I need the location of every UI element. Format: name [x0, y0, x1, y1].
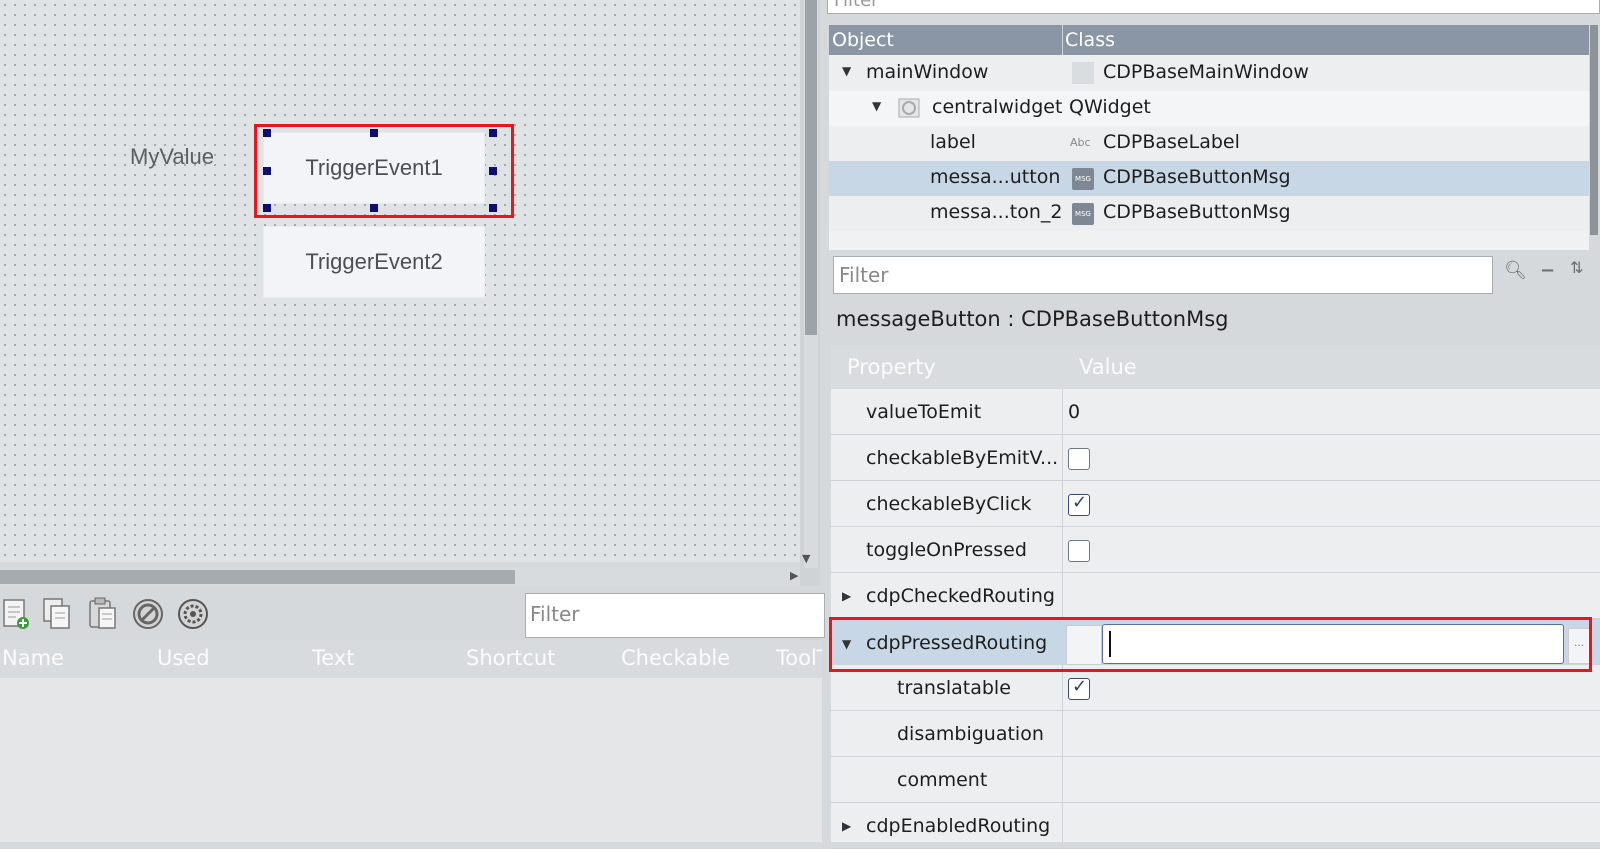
configure-icon[interactable]	[176, 596, 210, 632]
object-tree-vscroll-thumb[interactable]	[1590, 25, 1598, 235]
resize-handle-l[interactable]	[263, 167, 271, 175]
property-name: checkableByClick	[866, 493, 1032, 515]
tree-class-name: CDPBaseLabel	[1103, 131, 1240, 153]
column-class[interactable]: Class	[1065, 29, 1115, 51]
property-name: comment	[897, 769, 988, 791]
tree-object-name: centralwidget	[932, 96, 1063, 118]
object-filter-input[interactable]	[827, 0, 1600, 14]
tree-class-name: CDPBaseMainWindow	[1103, 61, 1309, 83]
action-filter-input[interactable]: Filter	[525, 593, 825, 638]
widget-icon	[898, 97, 920, 119]
sort-icon[interactable]: ⇅	[1570, 258, 1583, 277]
property-name: valueToEmit	[866, 401, 982, 423]
delete-icon[interactable]	[131, 596, 165, 632]
tree-class-name: QWidget	[1069, 96, 1151, 118]
trigger-event2-button[interactable]: TriggerEvent2	[263, 226, 485, 298]
resize-handle-t[interactable]	[370, 129, 378, 137]
tree-object-name: label	[930, 131, 976, 153]
copy-icon[interactable]	[40, 596, 74, 632]
column-value[interactable]: Value	[1079, 355, 1137, 379]
resize-handle-bl[interactable]	[263, 204, 271, 212]
tree-object-name: messa...utton	[930, 166, 1061, 188]
object-tree-header	[829, 25, 1589, 55]
checkbox-unchecked[interactable]	[1068, 448, 1090, 470]
property-name: cdpEnabledRouting	[866, 815, 1051, 837]
canvas-vscroll-thumb[interactable]	[805, 0, 817, 335]
column-tooltip[interactable]: ToolTip	[776, 646, 822, 670]
canvas-hscroll-thumb[interactable]	[0, 570, 515, 584]
column-checkable[interactable]: Checkable	[621, 646, 730, 670]
property-name: translatable	[897, 677, 1011, 699]
property-name: toggleOnPressed	[866, 539, 1027, 561]
resize-handle-tl[interactable]	[263, 129, 271, 137]
column-property[interactable]: Property	[847, 355, 936, 379]
property-table-header	[831, 345, 1600, 389]
checkbox-checked[interactable]	[1068, 492, 1090, 516]
resize-handle-r[interactable]	[489, 167, 497, 175]
msg-button-icon: MSG	[1072, 168, 1094, 190]
column-text[interactable]: Text	[312, 646, 354, 670]
column-used[interactable]: Used	[157, 646, 210, 670]
main-window-icon	[1072, 62, 1094, 84]
search-icon[interactable]: 🔍︎	[1504, 260, 1527, 281]
scroll-right-arrow-icon[interactable]: ▶	[790, 569, 798, 582]
expand-arrow-icon[interactable]: ▼	[842, 64, 851, 78]
column-name[interactable]: Name	[2, 646, 64, 670]
property-name: disambiguation	[897, 723, 1044, 745]
action-list[interactable]	[0, 678, 822, 842]
checkbox-unchecked[interactable]	[1068, 540, 1090, 562]
tree-class-name: CDPBaseButtonMsg	[1103, 166, 1291, 188]
minus-icon[interactable]: −	[1540, 260, 1555, 281]
property-editor-title: messageButton : CDPBaseButtonMsg	[836, 307, 1229, 331]
msg-button-icon: MSG	[1072, 203, 1094, 225]
expand-arrow-icon[interactable]: ▶	[842, 819, 851, 833]
routing-highlight	[829, 617, 1592, 672]
column-shortcut[interactable]: Shortcut	[466, 646, 555, 670]
expand-arrow-icon[interactable]: ▼	[872, 99, 881, 113]
myvalue-label[interactable]: MyValue	[130, 144, 214, 170]
scroll-down-arrow-icon[interactable]: ▼	[802, 552, 810, 565]
resize-handle-tr[interactable]	[489, 129, 497, 137]
resize-handle-b[interactable]	[370, 204, 378, 212]
new-action-icon[interactable]	[0, 596, 34, 632]
property-value[interactable]: 0	[1068, 401, 1080, 423]
column-object[interactable]: Object	[832, 29, 894, 51]
property-filter-input[interactable]: Filter	[833, 256, 1493, 294]
selection-highlight	[254, 124, 514, 218]
tree-class-name: CDPBaseButtonMsg	[1103, 201, 1291, 223]
expand-arrow-icon[interactable]: ▶	[842, 589, 851, 603]
object-filter-placeholder: Filter	[834, 0, 879, 11]
header-divider	[1062, 25, 1063, 55]
property-name: cdpCheckedRouting	[866, 585, 1055, 607]
label-abc-icon: Abc	[1070, 136, 1091, 149]
paste-icon[interactable]	[86, 596, 120, 632]
checkbox-checked[interactable]	[1068, 676, 1090, 700]
tree-object-name: mainWindow	[866, 61, 989, 83]
property-name: checkableByEmitV...	[866, 447, 1059, 469]
tree-object-name: messa...ton_2	[930, 201, 1063, 223]
resize-handle-br[interactable]	[489, 204, 497, 212]
